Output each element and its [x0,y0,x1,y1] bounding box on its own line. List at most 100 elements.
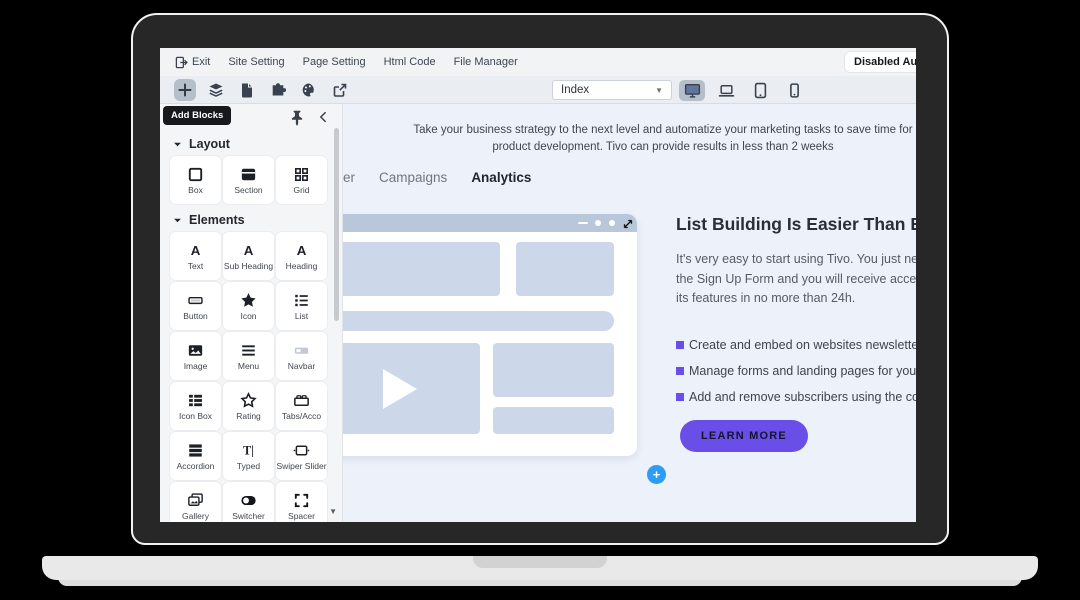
expand-arrow-icon[interactable] [622,217,634,229]
paragraph-line: the Sign Up Form and you will receive ac… [676,270,916,290]
menu-item-label: Html Code [384,56,436,68]
svg-text:A: A [191,243,201,258]
panel-scrollbar-thumb[interactable] [334,128,339,321]
icon-box-icon [186,391,205,411]
device-mobile-button[interactable] [781,80,807,101]
layers-button[interactable] [205,79,227,101]
block-card-label: Navbar [288,362,315,371]
section-label: Layout [189,137,230,151]
plugins-button[interactable] [267,79,289,101]
browser-mockup [323,214,637,456]
feature-bullet-text: Add and remove subscribers using the con… [689,390,916,404]
minimize-icon [578,222,588,224]
block-card-list[interactable]: List [276,282,327,330]
spacer-icon [292,491,311,511]
device-laptop-button[interactable] [713,80,739,101]
block-card-image[interactable]: Image [170,332,221,380]
block-card-menu[interactable]: Menu [223,332,274,380]
block-card-swiper-slider[interactable]: Swiper Slider [276,432,327,480]
block-card-sub-heading[interactable]: ASub Heading [223,232,274,280]
block-card-label: Typed [237,462,260,471]
caret-down-icon [173,140,182,149]
menu-item-html-code[interactable]: Html Code [384,56,436,68]
palette-icon [301,82,317,98]
menu-item-label: Exit [192,56,210,68]
page-select-value: Index [561,84,589,96]
phone-icon [786,82,803,99]
block-card-typed[interactable]: T|Typed [223,432,274,480]
block-card-label: Grid [293,186,309,195]
pin-icon[interactable] [288,109,306,127]
block-card-text[interactable]: AText [170,232,221,280]
box-icon [186,165,205,185]
block-card-tabs-acco[interactable]: Tabs/Acco [276,382,327,430]
external-link-icon [332,82,348,98]
block-card-icon[interactable]: Icon [223,282,274,330]
block-card-label: List [295,312,308,321]
editor-canvas: Take your business strategy to the next … [343,104,916,522]
chevron-left-icon[interactable] [316,110,330,124]
block-card-navbar[interactable]: Navbar [276,332,327,380]
menu-item-label: Page Setting [303,56,366,68]
tablet-icon [752,82,769,99]
feature-bullet: Create and embed on websites newsletter … [676,332,916,358]
menu-item-exit[interactable]: Exit [175,56,210,69]
learn-more-button[interactable]: LEARN MORE [680,420,808,452]
block-card-gallery[interactable]: Gallery [170,482,221,522]
pages-button[interactable] [236,79,258,101]
block-card-section[interactable]: Section [223,156,274,204]
menu-item-page-setting[interactable]: Page Setting [303,56,366,68]
caret-down-icon [173,216,182,225]
page-select[interactable]: Index ▼ [552,80,672,100]
laptop-notch [473,556,607,568]
block-card-label: Rating [236,412,261,421]
nav-item-analytics[interactable]: Analytics [471,170,531,185]
add-blocks-button[interactable] [174,79,196,101]
accordion-icon [186,441,205,461]
panel-header: Elements Add Blocks [160,104,342,132]
device-tablet-button[interactable] [747,80,773,101]
block-card-rating[interactable]: Rating [223,382,274,430]
feature-list: Create and embed on websites newsletter … [676,332,916,410]
nav-item-campaigns[interactable]: Campaigns [379,170,447,185]
letter-a-icon: A [186,241,205,261]
preview-button[interactable] [329,79,351,101]
section-header-elements[interactable]: Elements [160,208,342,232]
block-card-icon-box[interactable]: Icon Box [170,382,221,430]
block-card-label: Box [188,186,203,195]
menu-item-site-setting[interactable]: Site Setting [228,56,284,68]
monitor-icon [684,82,701,99]
block-card-switcher[interactable]: Switcher [223,482,274,522]
block-card-label: Icon Box [179,412,212,421]
add-blocks-tooltip: Add Blocks [163,106,231,125]
block-card-grid[interactable]: Grid [276,156,327,204]
menu-item-file-manager[interactable]: File Manager [454,56,518,68]
paragraph-line: It's very easy to start using Tivo. You … [676,250,916,270]
block-card-heading[interactable]: AHeading [276,232,327,280]
block-card-spacer[interactable]: Spacer [276,482,327,522]
block-grid-layout: Box Section Grid [160,156,342,204]
device-desktop-button[interactable] [679,80,705,101]
section-header-layout[interactable]: Layout [160,132,342,156]
swiper-icon [292,441,311,461]
play-icon [383,369,417,409]
add-section-button[interactable]: + [647,465,666,484]
browser-mockup-titlebar [323,214,637,232]
block-card-label: Menu [238,362,259,371]
gallery-icon [186,491,205,511]
placeholder-block [493,407,614,434]
nav-item-er[interactable]: er [343,170,355,185]
block-card-label: Spacer [288,512,315,521]
block-card-button[interactable]: Button [170,282,221,330]
letter-a-icon: A [239,241,258,261]
block-card-label: Swiper Slider [276,462,326,471]
scroll-down-icon[interactable]: ▼ [329,507,337,516]
section-label: Elements [189,213,245,227]
add-blocks-panel: Elements Add Blocks Layout Box Section Grid… [160,104,343,522]
autosave-badge: Disabled Auto Save [845,52,916,72]
puzzle-icon [270,82,286,98]
block-card-box[interactable]: Box [170,156,221,204]
theme-button[interactable] [298,79,320,101]
block-card-accordion[interactable]: Accordion [170,432,221,480]
page-icon [239,82,255,98]
